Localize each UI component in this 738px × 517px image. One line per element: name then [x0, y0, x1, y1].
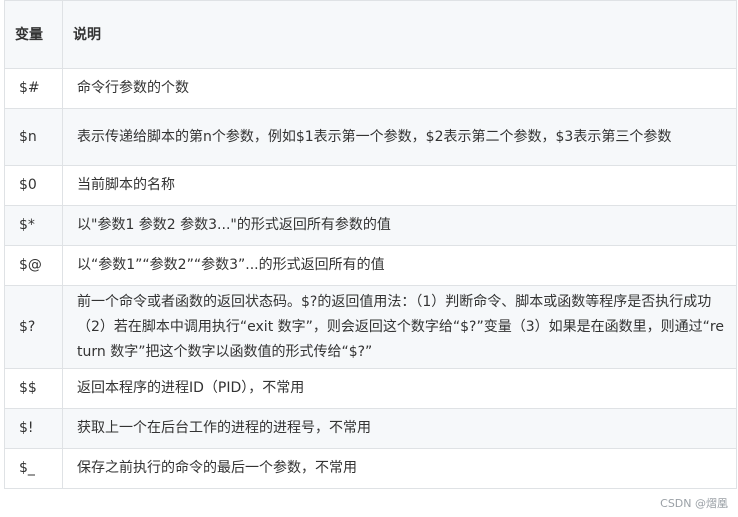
- table-row: $? 前一个命令或者函数的返回状态码。$?的返回值用法：（1）判断命令、脚本或函…: [4, 285, 737, 369]
- table-row: $n 表示传递给脚本的第n个参数，例如$1表示第一个参数，$2表示第二个参数，$…: [4, 108, 737, 166]
- description-cell: 保存之前执行的命令的最后一个参数，不常用: [62, 448, 737, 489]
- header-variable: 变量: [4, 0, 63, 69]
- description-cell: 以"参数1 参数2 参数3..."的形式返回所有参数的值: [62, 205, 737, 246]
- table-row: $0 当前脚本的名称: [4, 165, 737, 206]
- table-row: $* 以"参数1 参数2 参数3..."的形式返回所有参数的值: [4, 205, 737, 246]
- description-cell: 命令行参数的个数: [62, 68, 737, 109]
- header-description: 说明: [62, 0, 737, 69]
- shell-variables-table-container: 变量 说明 $# 命令行参数的个数 $n 表示传递给脚本的第n个参数，例如$1表…: [4, 0, 737, 489]
- table-row: $$ 返回本程序的进程ID（PID），不常用: [4, 368, 737, 409]
- description-cell: 表示传递给脚本的第n个参数，例如$1表示第一个参数，$2表示第二个参数，$3表示…: [62, 108, 737, 166]
- table-row: $# 命令行参数的个数: [4, 68, 737, 109]
- variable-cell: $#: [4, 68, 63, 109]
- variable-cell: $@: [4, 245, 63, 286]
- variable-cell: $?: [4, 285, 63, 369]
- table-row: $_ 保存之前执行的命令的最后一个参数，不常用: [4, 448, 737, 489]
- table-row: $@ 以“参数1”“参数2”“参数3”...的形式返回所有的值: [4, 245, 737, 286]
- table-header-row: 变量 说明: [4, 0, 737, 69]
- description-cell: 返回本程序的进程ID（PID），不常用: [62, 368, 737, 409]
- shell-variables-table: 变量 说明 $# 命令行参数的个数 $n 表示传递给脚本的第n个参数，例如$1表…: [4, 0, 737, 489]
- variable-cell: $n: [4, 108, 63, 166]
- variable-cell: $*: [4, 205, 63, 246]
- description-cell: 以“参数1”“参数2”“参数3”...的形式返回所有的值: [62, 245, 737, 286]
- table-row: $! 获取上一个在后台工作的进程的进程号，不常用: [4, 408, 737, 449]
- description-cell: 当前脚本的名称: [62, 165, 737, 206]
- description-cell: 前一个命令或者函数的返回状态码。$?的返回值用法：（1）判断命令、脚本或函数等程…: [62, 285, 737, 369]
- variable-cell: $_: [4, 448, 63, 489]
- variable-cell: $!: [4, 408, 63, 449]
- variable-cell: $$: [4, 368, 63, 409]
- description-cell: 获取上一个在后台工作的进程的进程号，不常用: [62, 408, 737, 449]
- csdn-watermark: CSDN @熠凰: [660, 497, 728, 510]
- variable-cell: $0: [4, 165, 63, 206]
